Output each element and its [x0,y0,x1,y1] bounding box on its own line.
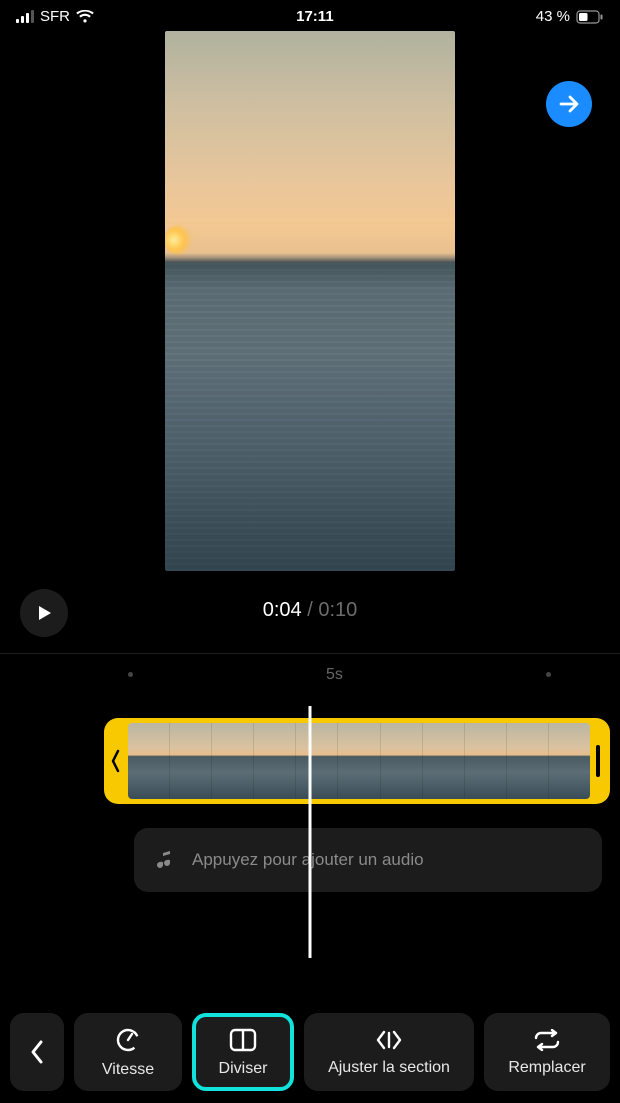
cellular-signal-icon [16,10,34,23]
tool-speed[interactable]: Vitesse [74,1013,182,1091]
timeline[interactable]: Appuyez pour ajouter un audio [0,718,620,892]
wifi-icon [76,10,94,24]
current-time: 0:04 [263,599,302,621]
ruler-tick [128,672,133,677]
replace-icon [533,1029,561,1051]
status-right: 43 % [536,8,604,25]
video-preview[interactable] [165,31,455,571]
music-note-icon [156,850,176,870]
carrier-label: SFR [40,8,70,25]
tool-split[interactable]: Diviser [192,1013,294,1091]
add-audio-button[interactable]: Appuyez pour ajouter un audio [134,828,602,892]
divider [0,653,620,654]
total-duration: 0:10 [318,599,357,621]
arrow-right-icon [557,92,581,116]
status-bar: SFR 17:11 43 % [0,0,620,27]
speed-icon [115,1027,141,1053]
battery-icon [576,10,604,24]
time-display: 0:04 / 0:10 [0,599,620,622]
tool-adjust-label: Ajuster la section [328,1059,450,1077]
chevron-left-icon [29,1039,45,1065]
timeline-ruler[interactable]: 5s [0,658,620,698]
next-button[interactable] [546,81,592,127]
playhead[interactable] [309,706,312,958]
battery-percentage: 43 % [536,8,570,25]
preview-area [0,27,620,571]
tool-replace[interactable]: Remplacer [484,1013,610,1091]
ruler-tick [546,672,551,677]
back-button[interactable] [10,1013,64,1091]
playback-row: 0:04 / 0:10 [0,571,620,649]
tool-adjust-section[interactable]: Ajuster la section [304,1013,474,1091]
bottom-toolbar: Vitesse Diviser Ajuster la section Rempl… [0,1013,620,1091]
ruler-label: 5s [326,666,343,684]
chevron-left-icon [110,747,122,775]
status-clock: 17:11 [296,8,334,25]
clip-handle-left[interactable] [104,718,128,804]
video-clip[interactable] [104,718,610,804]
split-icon [229,1028,257,1052]
adjust-section-icon [374,1029,404,1051]
handle-grip-icon [595,741,601,781]
status-left: SFR [16,8,94,25]
tool-split-label: Diviser [219,1060,268,1078]
tool-replace-label: Remplacer [508,1059,585,1077]
tool-speed-label: Vitesse [102,1061,154,1079]
clip-thumbnails [128,723,590,799]
